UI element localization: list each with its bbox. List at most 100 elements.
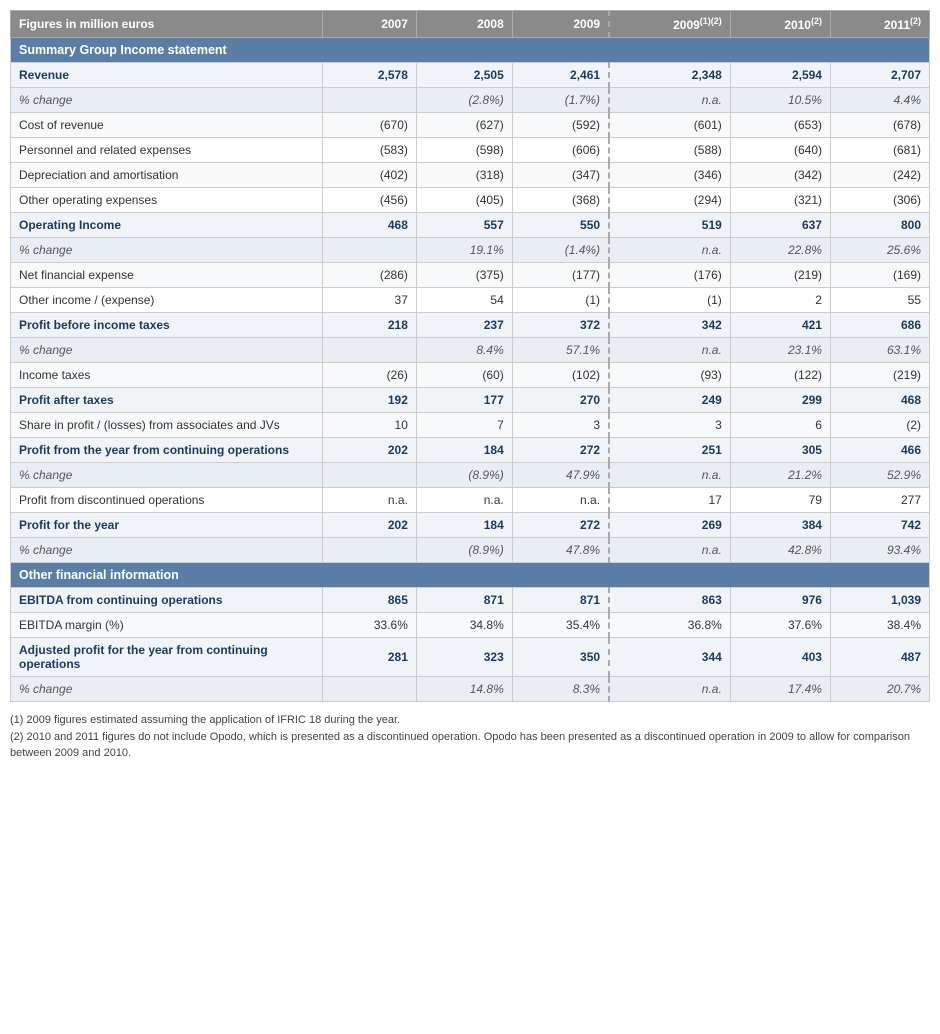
row-value: (598) [416, 138, 512, 163]
row-value [323, 463, 416, 488]
row-label: Profit after taxes [11, 388, 323, 413]
financial-table: Figures in million euros 2007 2008 2009 … [10, 10, 930, 702]
row-value: (670) [323, 113, 416, 138]
row-value: (8.9%) [416, 463, 512, 488]
table-row: EBITDA from continuing operations8658718… [11, 588, 930, 613]
row-value: (583) [323, 138, 416, 163]
row-value: 350 [512, 638, 609, 677]
row-value: (176) [609, 263, 730, 288]
row-value: 33.6% [323, 613, 416, 638]
row-value: 8.3% [512, 677, 609, 702]
row-value: 272 [512, 438, 609, 463]
row-value: 2,505 [416, 63, 512, 88]
row-value: (627) [416, 113, 512, 138]
table-row: Personnel and related expenses(583)(598)… [11, 138, 930, 163]
row-value: 323 [416, 638, 512, 677]
header-col-2011: 2011(2) [830, 11, 929, 38]
row-value: (2.8%) [416, 88, 512, 113]
row-value: 2,461 [512, 63, 609, 88]
row-value: 277 [830, 488, 929, 513]
row-value: 2 [730, 288, 830, 313]
row-label: Depreciation and amortisation [11, 163, 323, 188]
row-value: 871 [512, 588, 609, 613]
row-value: 2,578 [323, 63, 416, 88]
row-value: 1,039 [830, 588, 929, 613]
row-value: 269 [609, 513, 730, 538]
row-value: 372 [512, 313, 609, 338]
table-row: % change14.8%8.3%n.a.17.4%20.7% [11, 677, 930, 702]
row-label: % change [11, 88, 323, 113]
table-row: EBITDA margin (%)33.6%34.8%35.4%36.8%37.… [11, 613, 930, 638]
header-col-2007: 2007 [323, 11, 416, 38]
row-value: (219) [830, 363, 929, 388]
row-value: 270 [512, 388, 609, 413]
row-value: 177 [416, 388, 512, 413]
table-header: Figures in million euros 2007 2008 2009 … [11, 11, 930, 38]
row-label: Profit before income taxes [11, 313, 323, 338]
row-value [323, 238, 416, 263]
row-value: 6 [730, 413, 830, 438]
row-value: 54 [416, 288, 512, 313]
row-value: 468 [830, 388, 929, 413]
row-value: (102) [512, 363, 609, 388]
row-label: Profit from discontinued operations [11, 488, 323, 513]
row-value [323, 338, 416, 363]
header-col-label: Figures in million euros [11, 11, 323, 38]
row-value: n.a. [416, 488, 512, 513]
row-value: 7 [416, 413, 512, 438]
row-value [323, 88, 416, 113]
row-value: 251 [609, 438, 730, 463]
row-value: 184 [416, 438, 512, 463]
row-value: (640) [730, 138, 830, 163]
row-value [323, 677, 416, 702]
row-value: 202 [323, 438, 416, 463]
row-value: 202 [323, 513, 416, 538]
row-value: 10.5% [730, 88, 830, 113]
row-value: 55 [830, 288, 929, 313]
footnotes: (1) 2009 figures estimated assuming the … [10, 712, 930, 762]
table-row: Other income / (expense)3754(1)(1)255 [11, 288, 930, 313]
row-label: % change [11, 538, 323, 563]
row-value: 800 [830, 213, 929, 238]
row-label: Share in profit / (losses) from associat… [11, 413, 323, 438]
table-row: % change(8.9%)47.8%n.a.42.8%93.4% [11, 538, 930, 563]
row-value: 519 [609, 213, 730, 238]
row-value: 742 [830, 513, 929, 538]
row-value: (368) [512, 188, 609, 213]
row-value: 871 [416, 588, 512, 613]
row-value: 25.6% [830, 238, 929, 263]
row-value: 22.8% [730, 238, 830, 263]
row-label: Cost of revenue [11, 113, 323, 138]
row-value: (26) [323, 363, 416, 388]
row-value: 468 [323, 213, 416, 238]
table-row: Profit after taxes192177270249299468 [11, 388, 930, 413]
row-value: 184 [416, 513, 512, 538]
row-value: 2,348 [609, 63, 730, 88]
row-value: 2,707 [830, 63, 929, 88]
row-value: (93) [609, 363, 730, 388]
row-value: 93.4% [830, 538, 929, 563]
table-row: Net financial expense(286)(375)(177)(176… [11, 263, 930, 288]
row-value: (592) [512, 113, 609, 138]
row-value: n.a. [609, 538, 730, 563]
row-value: 79 [730, 488, 830, 513]
row-value: (122) [730, 363, 830, 388]
row-label: % change [11, 238, 323, 263]
row-value: (402) [323, 163, 416, 188]
row-value: (606) [512, 138, 609, 163]
row-value: n.a. [609, 677, 730, 702]
row-value: 976 [730, 588, 830, 613]
row-label: Profit for the year [11, 513, 323, 538]
row-value: (294) [609, 188, 730, 213]
row-value: 192 [323, 388, 416, 413]
row-value: 17 [609, 488, 730, 513]
row-value: (346) [609, 163, 730, 188]
row-value: (242) [830, 163, 929, 188]
row-value: 384 [730, 513, 830, 538]
row-value: 35.4% [512, 613, 609, 638]
row-value: (306) [830, 188, 929, 213]
row-value: 37.6% [730, 613, 830, 638]
table-row: Profit for the year202184272269384742 [11, 513, 930, 538]
row-value: (1.4%) [512, 238, 609, 263]
row-value: n.a. [609, 338, 730, 363]
